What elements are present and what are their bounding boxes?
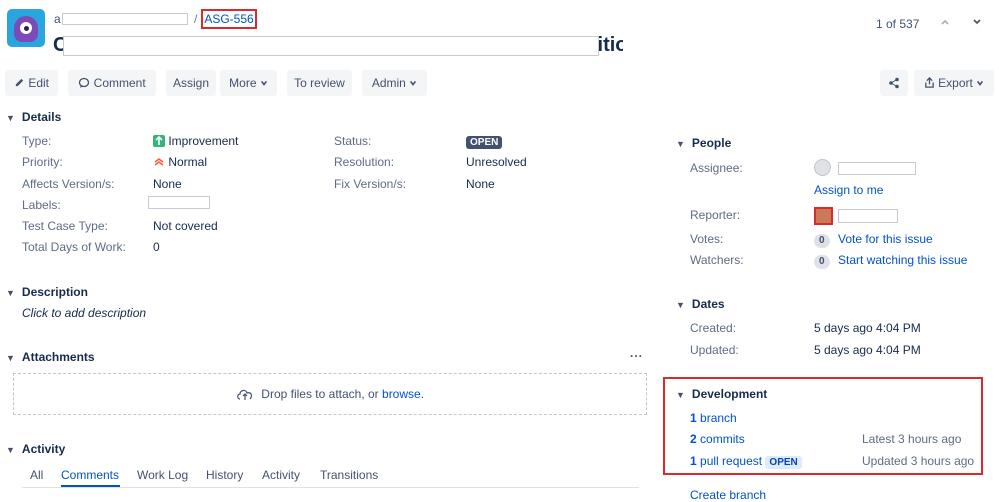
issue-pager-text: 1 of 537	[876, 17, 920, 31]
chevron-down-icon	[410, 80, 417, 86]
total-days-value[interactable]: 0	[153, 240, 160, 254]
share-button[interactable]	[880, 70, 908, 96]
updated-label: Updated:	[690, 343, 739, 357]
details-section-toggle[interactable]: ▼ Details	[6, 110, 61, 124]
chevron-down-icon	[977, 80, 984, 86]
issue-key-link[interactable]: ASG-556	[201, 9, 257, 29]
resolution-value: Unresolved	[466, 155, 527, 169]
attachments-more-button[interactable]: ...	[630, 346, 643, 360]
branch-link[interactable]: 1 branch	[690, 411, 737, 425]
tabs-divider	[22, 487, 639, 488]
priority-value: Normal	[153, 155, 207, 169]
votes-label: Votes:	[690, 232, 724, 246]
redacted-title-overlay	[63, 36, 599, 56]
pr-meta: Updated 3 hours ago	[862, 454, 975, 468]
chevron-down-icon: ▼	[6, 288, 15, 298]
chevron-down-icon: ▼	[676, 139, 685, 149]
browse-link[interactable]: browse.	[382, 387, 424, 401]
create-branch-link[interactable]: Create branch	[690, 488, 766, 502]
assign-button[interactable]: Assign	[166, 70, 216, 96]
description-section-toggle[interactable]: ▼ Description	[6, 285, 88, 299]
chevron-down-icon	[260, 80, 267, 86]
tab-all[interactable]: All	[30, 468, 43, 482]
status-lozenge[interactable]: OPEN	[466, 134, 503, 149]
status-label: Status:	[334, 134, 372, 148]
tab-work-log[interactable]: Work Log	[137, 468, 188, 482]
dates-section-toggle[interactable]: ▼ Dates	[676, 297, 725, 311]
people-section-toggle[interactable]: ▼ People	[676, 136, 731, 150]
priority-normal-icon	[154, 158, 164, 166]
pr-status-lozenge: OPEN	[765, 456, 802, 469]
more-button[interactable]: More	[220, 70, 277, 96]
resolution-label: Resolution:	[334, 155, 395, 169]
reporter-label: Reporter:	[690, 208, 741, 222]
tab-transitions[interactable]: Transitions	[320, 468, 378, 482]
chevron-down-icon: ▼	[6, 353, 15, 363]
development-section-toggle[interactable]: ▼ Development	[676, 387, 767, 401]
chevron-down-icon: ▼	[6, 113, 15, 123]
type-label: Type:	[22, 134, 52, 148]
pull-request-link[interactable]: 1 pull request OPEN	[690, 454, 802, 469]
votes-count: 0	[814, 232, 830, 248]
export-icon	[925, 77, 934, 88]
watch-link[interactable]: Start watching this issue	[838, 253, 967, 267]
to-review-button[interactable]: To review	[287, 70, 352, 96]
breadcrumb-project[interactable]: a	[54, 12, 61, 26]
reporter-name-redacted[interactable]	[838, 209, 898, 223]
type-value: Improvement	[153, 134, 238, 148]
activity-section-toggle[interactable]: ▼ Activity	[6, 442, 65, 456]
tab-activity[interactable]: Activity	[262, 468, 300, 482]
affects-version-label: Affects Version/s:	[22, 177, 115, 191]
watchers-label: Watchers:	[690, 253, 744, 267]
project-avatar[interactable]	[7, 9, 45, 47]
tab-comments[interactable]: Comments	[61, 468, 119, 482]
pencil-icon	[15, 78, 24, 87]
total-days-label: Total Days of Work:	[22, 240, 126, 254]
test-case-type-label: Test Case Type:	[22, 219, 108, 233]
edit-button[interactable]: Edit	[5, 70, 58, 96]
unassigned-avatar	[814, 159, 831, 176]
commits-link[interactable]: 2 commits	[690, 432, 745, 446]
fix-version-label: Fix Version/s:	[334, 177, 407, 191]
improvement-icon	[153, 135, 165, 147]
chevron-down-icon[interactable]	[967, 14, 987, 34]
attachment-dropzone[interactable]: Drop files to attach, or browse.	[13, 373, 647, 415]
created-value: 5 days ago 4:04 PM	[814, 321, 921, 335]
export-button[interactable]: Export	[914, 70, 994, 96]
tab-history[interactable]: History	[206, 468, 243, 482]
breadcrumb-separator: /	[194, 12, 198, 26]
assignee-label: Assignee:	[690, 161, 743, 175]
redacted-project-name	[62, 13, 188, 25]
comment-icon	[79, 77, 90, 88]
description-placeholder[interactable]: Click to add description	[22, 306, 146, 320]
admin-button[interactable]: Admin	[362, 70, 427, 96]
fix-version-value[interactable]: None	[466, 177, 495, 191]
updated-value: 5 days ago 4:04 PM	[814, 343, 921, 357]
labels-label: Labels:	[22, 198, 61, 212]
chevron-down-icon: ▼	[676, 390, 685, 400]
share-icon	[889, 77, 899, 89]
chevron-down-icon: ▼	[676, 300, 685, 310]
commits-meta: Latest 3 hours ago	[862, 432, 962, 446]
chevron-up-icon[interactable]	[935, 14, 955, 34]
vote-link[interactable]: Vote for this issue	[838, 232, 933, 246]
reporter-avatar[interactable]	[814, 207, 833, 225]
priority-label: Priority:	[22, 155, 63, 169]
assign-to-me-link[interactable]: Assign to me	[814, 183, 883, 197]
test-case-type-value[interactable]: Not covered	[153, 219, 218, 233]
chevron-down-icon: ▼	[6, 445, 15, 455]
assignee-name-redacted[interactable]	[838, 162, 916, 175]
affects-version-value[interactable]: None	[153, 177, 182, 191]
watchers-count: 0	[814, 253, 830, 269]
attachments-section-toggle[interactable]: ▼ Attachments	[6, 350, 95, 364]
comment-button[interactable]: Comment	[68, 70, 156, 96]
drop-text: Drop files to attach, or	[261, 387, 379, 401]
labels-value-redacted[interactable]	[148, 196, 210, 209]
created-label: Created:	[690, 321, 737, 335]
cloud-upload-icon	[237, 389, 252, 400]
